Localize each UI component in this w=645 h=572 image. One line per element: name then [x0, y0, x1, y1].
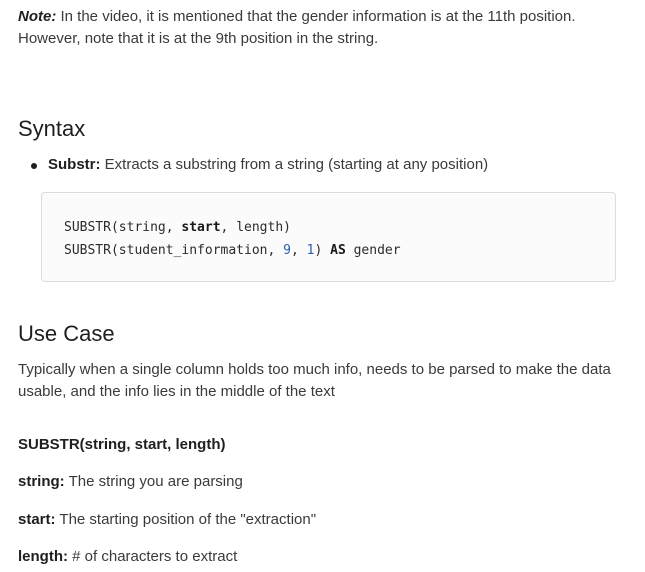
syntax-heading: Syntax: [18, 116, 86, 141]
code-line-2: SUBSTR(student_information, 9, 1) AS gen…: [64, 239, 593, 262]
note-paragraph: Note: In the video, it is mentioned that…: [18, 6, 628, 50]
code-keyword: AS: [330, 243, 346, 258]
use-case-heading: Use Case: [18, 321, 115, 346]
bullet-description: Extracts a substring from a string (star…: [100, 156, 489, 173]
param-description: The starting position of the "extraction…: [55, 511, 317, 528]
param-string: string: The string you are parsing: [18, 471, 618, 493]
note-text: In the video, it is mentioned that the g…: [18, 8, 576, 47]
param-term: length:: [18, 548, 68, 565]
code-keyword: start: [181, 220, 221, 235]
param-length: length: # of characters to extract: [18, 546, 618, 568]
syntax-bullet-list: Substr: Extracts a substring from a stri…: [18, 154, 488, 176]
function-signature: SUBSTR(string, start, length): [18, 436, 226, 453]
use-case-description: Typically when a single column holds too…: [18, 361, 611, 400]
code-text: ,: [290, 243, 307, 258]
param-description: # of characters to extract: [68, 548, 238, 565]
param-description: The string you are parsing: [64, 473, 243, 490]
bullet-icon: [31, 163, 37, 169]
param-term: string:: [18, 473, 65, 490]
param-start: start: The starting position of the "ext…: [18, 509, 618, 531]
param-term: start:: [18, 511, 56, 528]
note-label: Note:: [18, 8, 57, 25]
code-text: gender: [345, 243, 401, 258]
code-text: SUBSTR(string,: [64, 220, 182, 235]
code-number: 9: [283, 243, 291, 258]
code-text: ): [314, 243, 331, 258]
code-text: , length): [220, 220, 291, 235]
list-item: Substr: Extracts a substring from a stri…: [18, 154, 488, 176]
code-line-1: SUBSTR(string, start, length): [64, 216, 593, 239]
code-block: SUBSTR(string, start, length) SUBSTR(stu…: [41, 192, 616, 282]
bullet-term: Substr:: [48, 156, 101, 173]
code-text: SUBSTR(student_information,: [64, 243, 284, 258]
